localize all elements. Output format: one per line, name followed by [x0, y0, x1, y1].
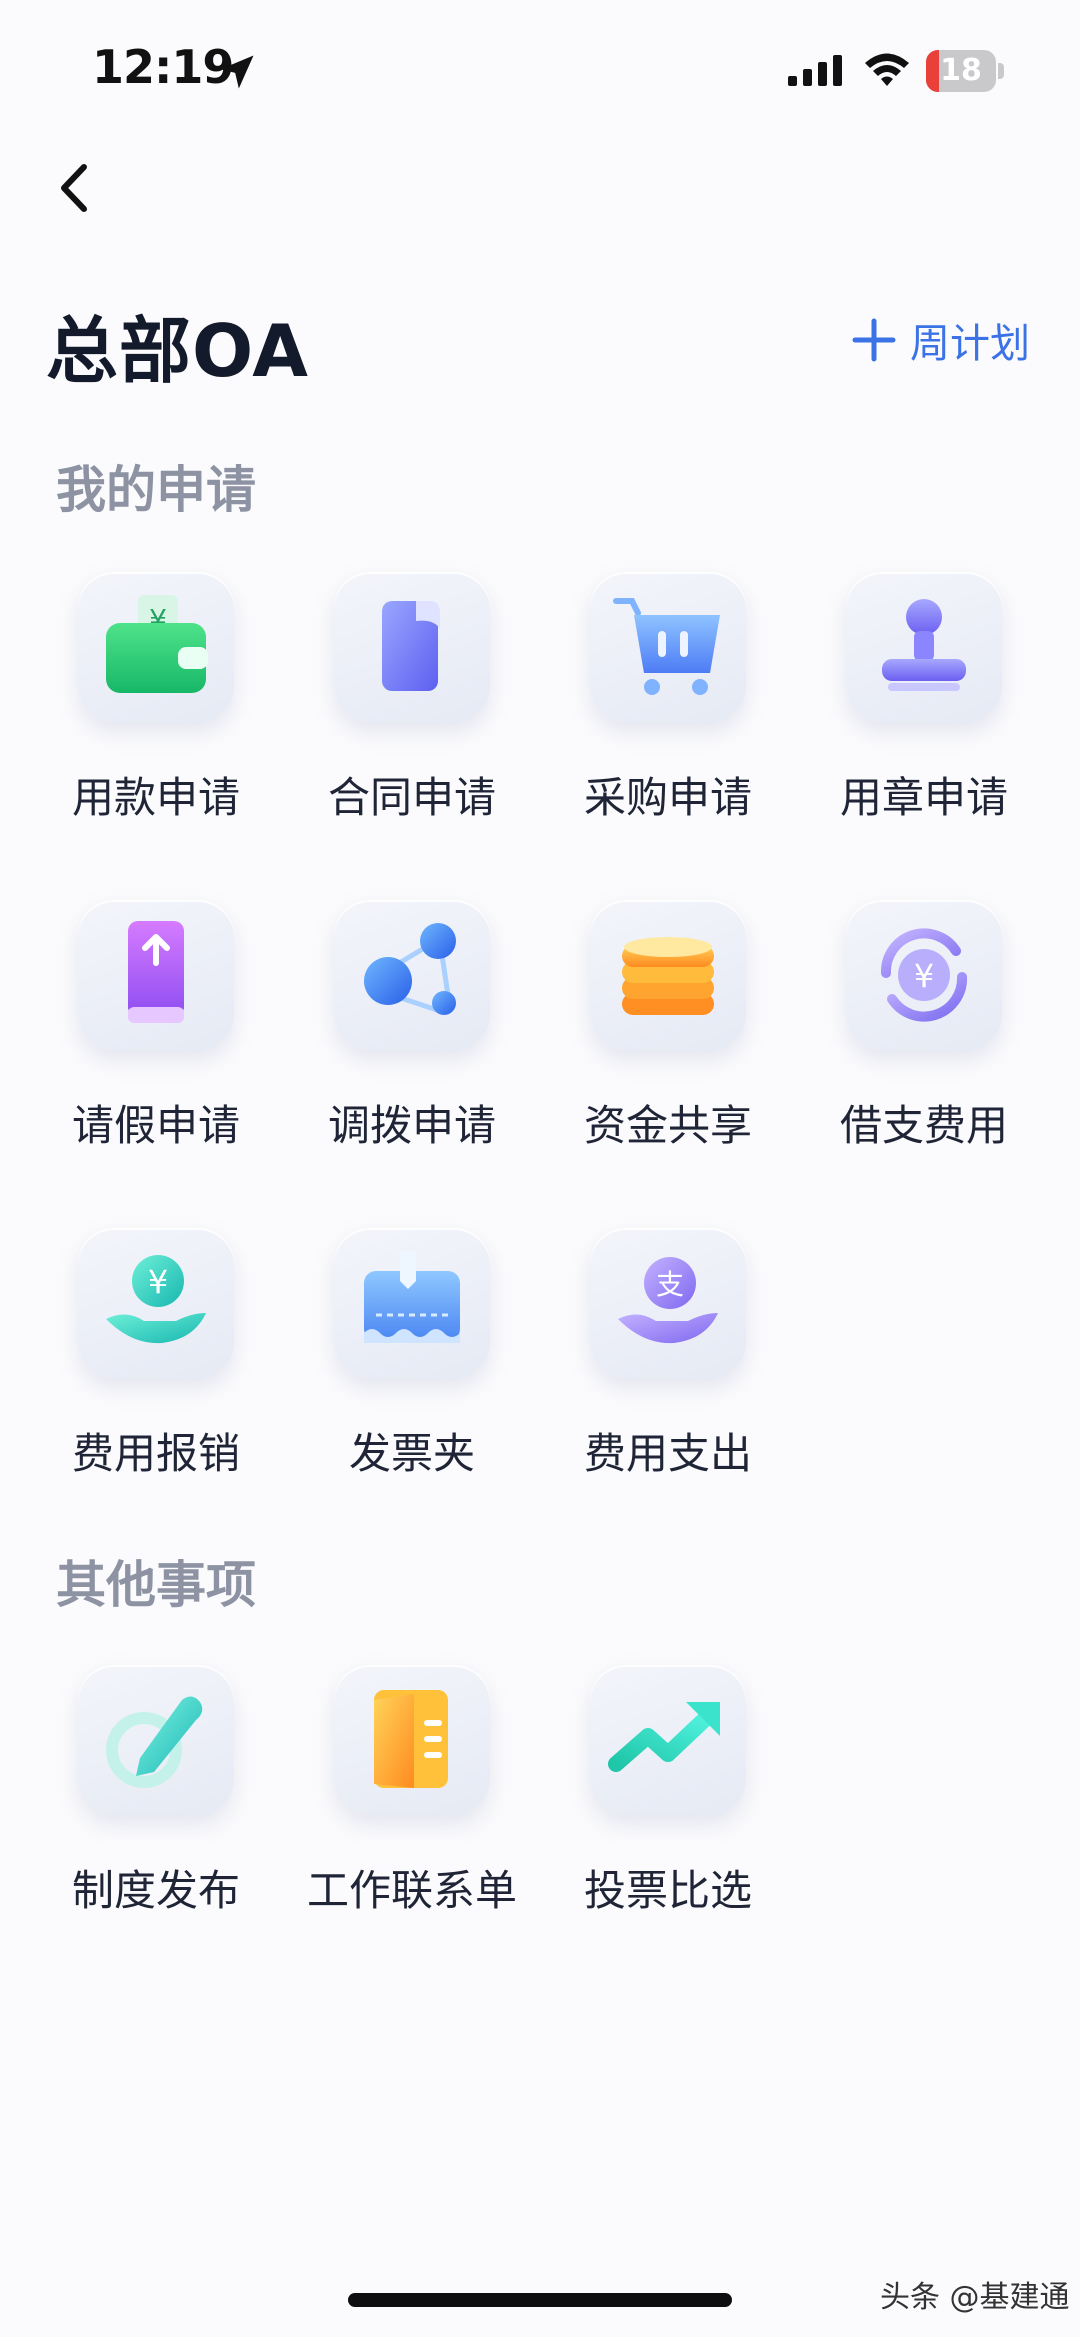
menu-item-label: 请假申请 [71, 1101, 240, 1150]
menu-item-purchase-request[interactable]: 采购申请 [540, 572, 796, 862]
battery-icon: 18 [926, 50, 1004, 92]
menu-item-label: 费用支出 [583, 1429, 752, 1478]
folder-icon [374, 1690, 448, 1788]
coins-icon [622, 937, 714, 1015]
svg-text:¥: ¥ [914, 957, 934, 995]
menu-item-label: 用章申请 [839, 773, 1008, 822]
menu-item-label: 合同申请 [327, 773, 496, 822]
menu-item-label: 发票夹 [348, 1429, 475, 1478]
edit-icon [106, 1696, 203, 1788]
cellular-signal-icon [788, 55, 842, 86]
menu-item-work-contact-form[interactable]: 工作联系单 [284, 1665, 540, 1955]
menu-item-label: 投票比选 [583, 1866, 752, 1915]
battery-level: 18 [940, 53, 982, 88]
menu-item-vote-selection[interactable]: 投票比选 [540, 1665, 796, 1955]
menu-item-label: 资金共享 [583, 1101, 752, 1150]
watermark: 头条 @基建通 [880, 2280, 1070, 2315]
shopping-cart-icon [613, 598, 720, 695]
menu-item-expense-payout[interactable]: 支 费用支出 [540, 1228, 796, 1518]
status-bar: 12:19 18 [0, 0, 1080, 140]
back-button[interactable] [44, 158, 104, 218]
wifi-icon [865, 53, 909, 86]
chevron-left-icon [61, 164, 87, 212]
menu-item-invoice-folder[interactable]: 发票夹 [284, 1228, 540, 1518]
menu-item-fund-sharing[interactable]: 资金共享 [540, 900, 796, 1190]
contract-icon [382, 601, 440, 691]
transfer-icon [364, 923, 456, 1015]
menu-item-allocation-request[interactable]: 调拨申请 [284, 900, 540, 1190]
menu-item-payment-request[interactable]: ¥ 用款申请 [28, 572, 284, 862]
menu-item-label: 调拨申请 [327, 1101, 496, 1150]
svg-text:¥: ¥ [148, 1263, 168, 1301]
menu-item-label: 借支费用 [839, 1101, 1008, 1150]
menu-item-leave-request[interactable]: 请假申请 [28, 900, 284, 1190]
weekly-plan-label: 周计划 [910, 321, 1030, 367]
page-title: 总部OA [46, 309, 309, 393]
trend-icon [608, 1702, 720, 1772]
wallet-icon: ¥ [106, 595, 208, 693]
menu-item-seal-request[interactable]: 用章申请 [796, 572, 1052, 862]
menu-item-label: 制度发布 [71, 1866, 240, 1915]
home-indicator[interactable] [348, 2293, 732, 2307]
menu-item-contract-request[interactable]: 合同申请 [284, 572, 540, 862]
leave-icon [128, 921, 184, 1023]
reimbursement-icon: ¥ [106, 1255, 206, 1344]
menu-item-policy-release[interactable]: 制度发布 [28, 1665, 284, 1955]
menu-item-advance-expense[interactable]: ¥ 借支费用 [796, 900, 1052, 1190]
status-time: 12:19 [92, 40, 234, 94]
section-title-other-items: 其他事项 [56, 1556, 256, 1614]
menu-item-expense-reimbursement[interactable]: ¥ 费用报销 [28, 1228, 284, 1518]
expense-icon: 支 [618, 1257, 718, 1344]
menu-item-label: 工作联系单 [306, 1866, 517, 1915]
svg-text:支: 支 [656, 1268, 684, 1301]
menu-item-label: 用款申请 [71, 773, 240, 822]
menu-item-label: 费用报销 [71, 1429, 240, 1478]
stamp-icon [882, 599, 966, 691]
invoice-folder-icon [364, 1251, 460, 1343]
add-weekly-plan-button[interactable]: 周计划 [850, 310, 1030, 370]
section-title-my-applications: 我的申请 [56, 461, 256, 519]
yuan-exchange-icon: ¥ [880, 928, 968, 1022]
plus-icon [852, 318, 896, 362]
location-arrow-icon [220, 55, 254, 89]
menu-item-label: 采购申请 [583, 773, 752, 822]
